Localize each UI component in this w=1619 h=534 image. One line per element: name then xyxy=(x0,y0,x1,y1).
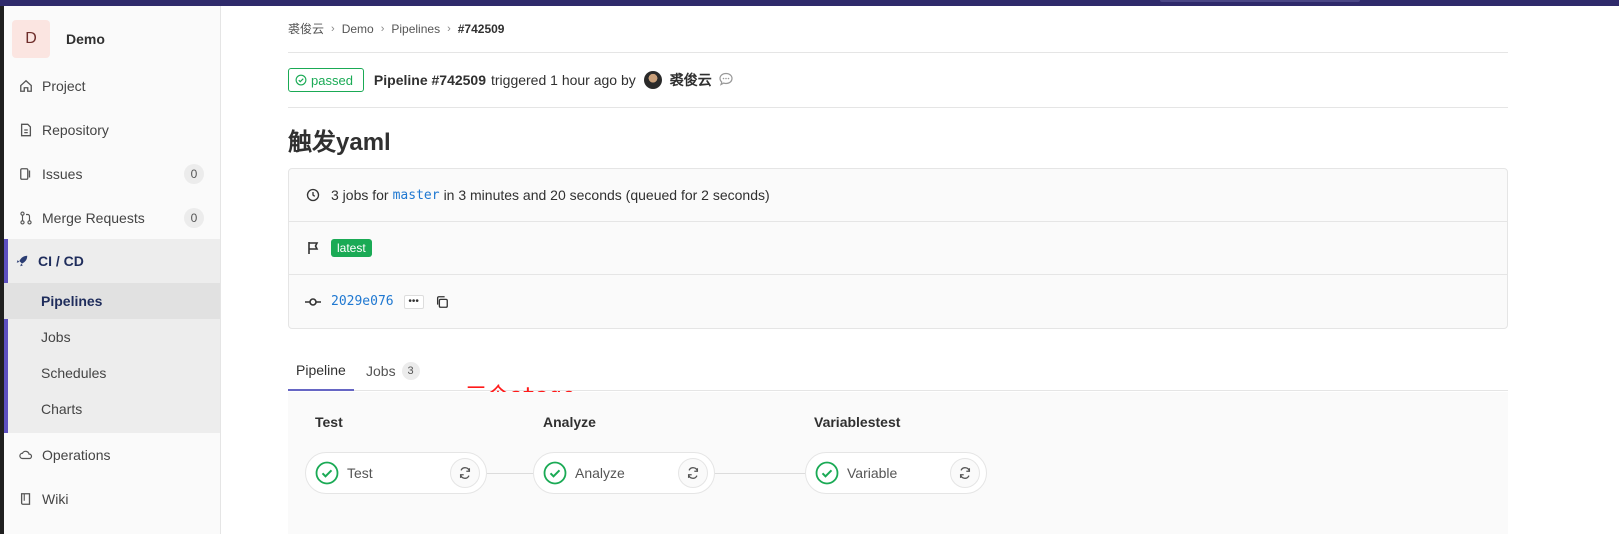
project-avatar: D xyxy=(12,20,50,58)
commit-sha-link[interactable]: 2029e076 xyxy=(331,294,394,309)
sidebar-subitem-schedules[interactable]: Schedules xyxy=(4,355,220,391)
clock-icon xyxy=(305,187,321,203)
issues-count-badge: 0 xyxy=(184,164,204,184)
breadcrumb-pipelines[interactable]: Pipelines xyxy=(391,22,440,36)
tab-label: Pipeline xyxy=(296,361,346,378)
retry-icon[interactable] xyxy=(450,458,480,488)
retry-icon[interactable] xyxy=(678,458,708,488)
top-navbar xyxy=(0,0,1619,6)
sidebar-subitem-jobs[interactable]: Jobs xyxy=(4,319,220,355)
pipeline-header: passed Pipeline #742509 triggered 1 hour… xyxy=(288,68,734,92)
tags-row: latest xyxy=(289,222,1507,275)
chevron-right-icon: › xyxy=(380,22,385,35)
sidebar-item-label: Repository xyxy=(42,122,109,138)
tab-label: Jobs xyxy=(366,362,396,379)
breadcrumb-current[interactable]: #742509 xyxy=(458,22,505,36)
document-icon xyxy=(18,122,34,138)
check-circle-icon xyxy=(543,461,567,485)
check-circle-icon xyxy=(315,461,339,485)
cloud-gear-icon xyxy=(18,447,34,463)
comment-icon[interactable] xyxy=(718,71,734,90)
stage-title: Variablestest xyxy=(814,414,901,430)
chevron-right-icon: › xyxy=(331,22,335,35)
jobs-summary-prefix: 3 jobs for xyxy=(331,187,389,203)
sidebar-item-label: Merge Requests xyxy=(42,210,145,226)
tab-pipeline[interactable]: Pipeline xyxy=(288,350,354,391)
commit-title: 触发yaml xyxy=(288,129,391,156)
sidebar-subitem-charts[interactable]: Charts xyxy=(4,391,220,427)
rocket-icon xyxy=(14,253,30,269)
sidebar-item-project[interactable]: Project xyxy=(4,64,220,108)
retry-icon[interactable] xyxy=(950,458,980,488)
commit-icon xyxy=(305,294,321,310)
sidebar-item-operations[interactable]: Operations xyxy=(4,433,220,477)
merge-requests-count-badge: 0 xyxy=(184,208,204,228)
home-icon xyxy=(18,78,34,94)
status-badge[interactable]: passed xyxy=(288,68,364,92)
job-card[interactable]: Analyze xyxy=(533,452,715,494)
search-bar-edge[interactable] xyxy=(1160,0,1360,2)
jobs-count-badge: 3 xyxy=(401,361,420,380)
project-header[interactable]: D Demo xyxy=(12,20,105,58)
sidebar-item-label: Issues xyxy=(42,166,83,182)
sidebar-item-label: Operations xyxy=(42,447,111,463)
sidebar-item-merge-requests[interactable]: Merge Requests 0 xyxy=(4,196,220,240)
jobs-summary-row: 3 jobs for master in 3 minutes and 20 se… xyxy=(289,169,1507,222)
sidebar: D Demo Project Repository Issues 0 Merge… xyxy=(4,6,221,534)
job-name: Test xyxy=(347,465,373,481)
job-card[interactable]: Variable xyxy=(805,452,987,494)
pipeline-info-panel: 3 jobs for master in 3 minutes and 20 se… xyxy=(288,168,1508,329)
stage-connector xyxy=(487,473,533,474)
job-name: Analyze xyxy=(575,465,625,481)
merge-request-icon xyxy=(18,210,34,226)
jobs-summary-suffix: in 3 minutes and 20 seconds (queued for … xyxy=(443,187,770,203)
flag-icon xyxy=(305,240,321,256)
copy-icon[interactable] xyxy=(434,294,450,310)
user-name[interactable]: 裘俊云 xyxy=(670,70,712,90)
user-avatar[interactable] xyxy=(643,71,662,89)
commit-row: 2029e076 ••• xyxy=(289,275,1507,328)
triggered-text: triggered 1 hour ago by xyxy=(491,72,636,88)
check-circle-icon xyxy=(815,461,839,485)
sidebar-item-wiki[interactable]: Wiki xyxy=(4,477,220,521)
sidebar-item-repository[interactable]: Repository xyxy=(4,108,220,152)
pipeline-graph: Test Analyze Variablestest Test Analyze … xyxy=(288,392,1508,534)
job-card[interactable]: Test xyxy=(305,452,487,494)
sidebar-item-label: CI / CD xyxy=(38,253,84,269)
stage-title: Analyze xyxy=(543,414,596,430)
expand-commit-message-button[interactable]: ••• xyxy=(403,294,424,309)
sidebar-item-label: Wiki xyxy=(42,491,69,507)
divider xyxy=(288,52,1508,53)
breadcrumb: 裘俊云 › Demo › Pipelines › #742509 xyxy=(288,20,504,37)
branch-link[interactable]: master xyxy=(393,188,440,203)
breadcrumb-user[interactable]: 裘俊云 xyxy=(288,20,324,37)
stage-connector xyxy=(715,473,805,474)
project-name: Demo xyxy=(66,31,105,47)
tab-jobs[interactable]: Jobs 3 xyxy=(358,350,428,391)
sidebar-item-label: Project xyxy=(42,78,86,94)
sidebar-subitem-pipelines[interactable]: Pipelines xyxy=(4,283,220,319)
chevron-right-icon: › xyxy=(447,22,451,35)
breadcrumb-project[interactable]: Demo xyxy=(342,22,374,36)
book-icon xyxy=(18,491,34,507)
job-name: Variable xyxy=(847,465,898,481)
pipeline-id: Pipeline #742509 xyxy=(373,72,486,88)
status-label: passed xyxy=(311,72,353,88)
latest-badge: latest xyxy=(331,239,372,257)
sidebar-item-cicd[interactable]: CI / CD xyxy=(4,239,220,283)
divider xyxy=(288,107,1508,108)
stage-title: Test xyxy=(315,414,343,430)
check-circle-icon xyxy=(295,74,307,86)
issues-icon xyxy=(18,166,34,182)
sidebar-item-issues[interactable]: Issues 0 xyxy=(4,152,220,196)
